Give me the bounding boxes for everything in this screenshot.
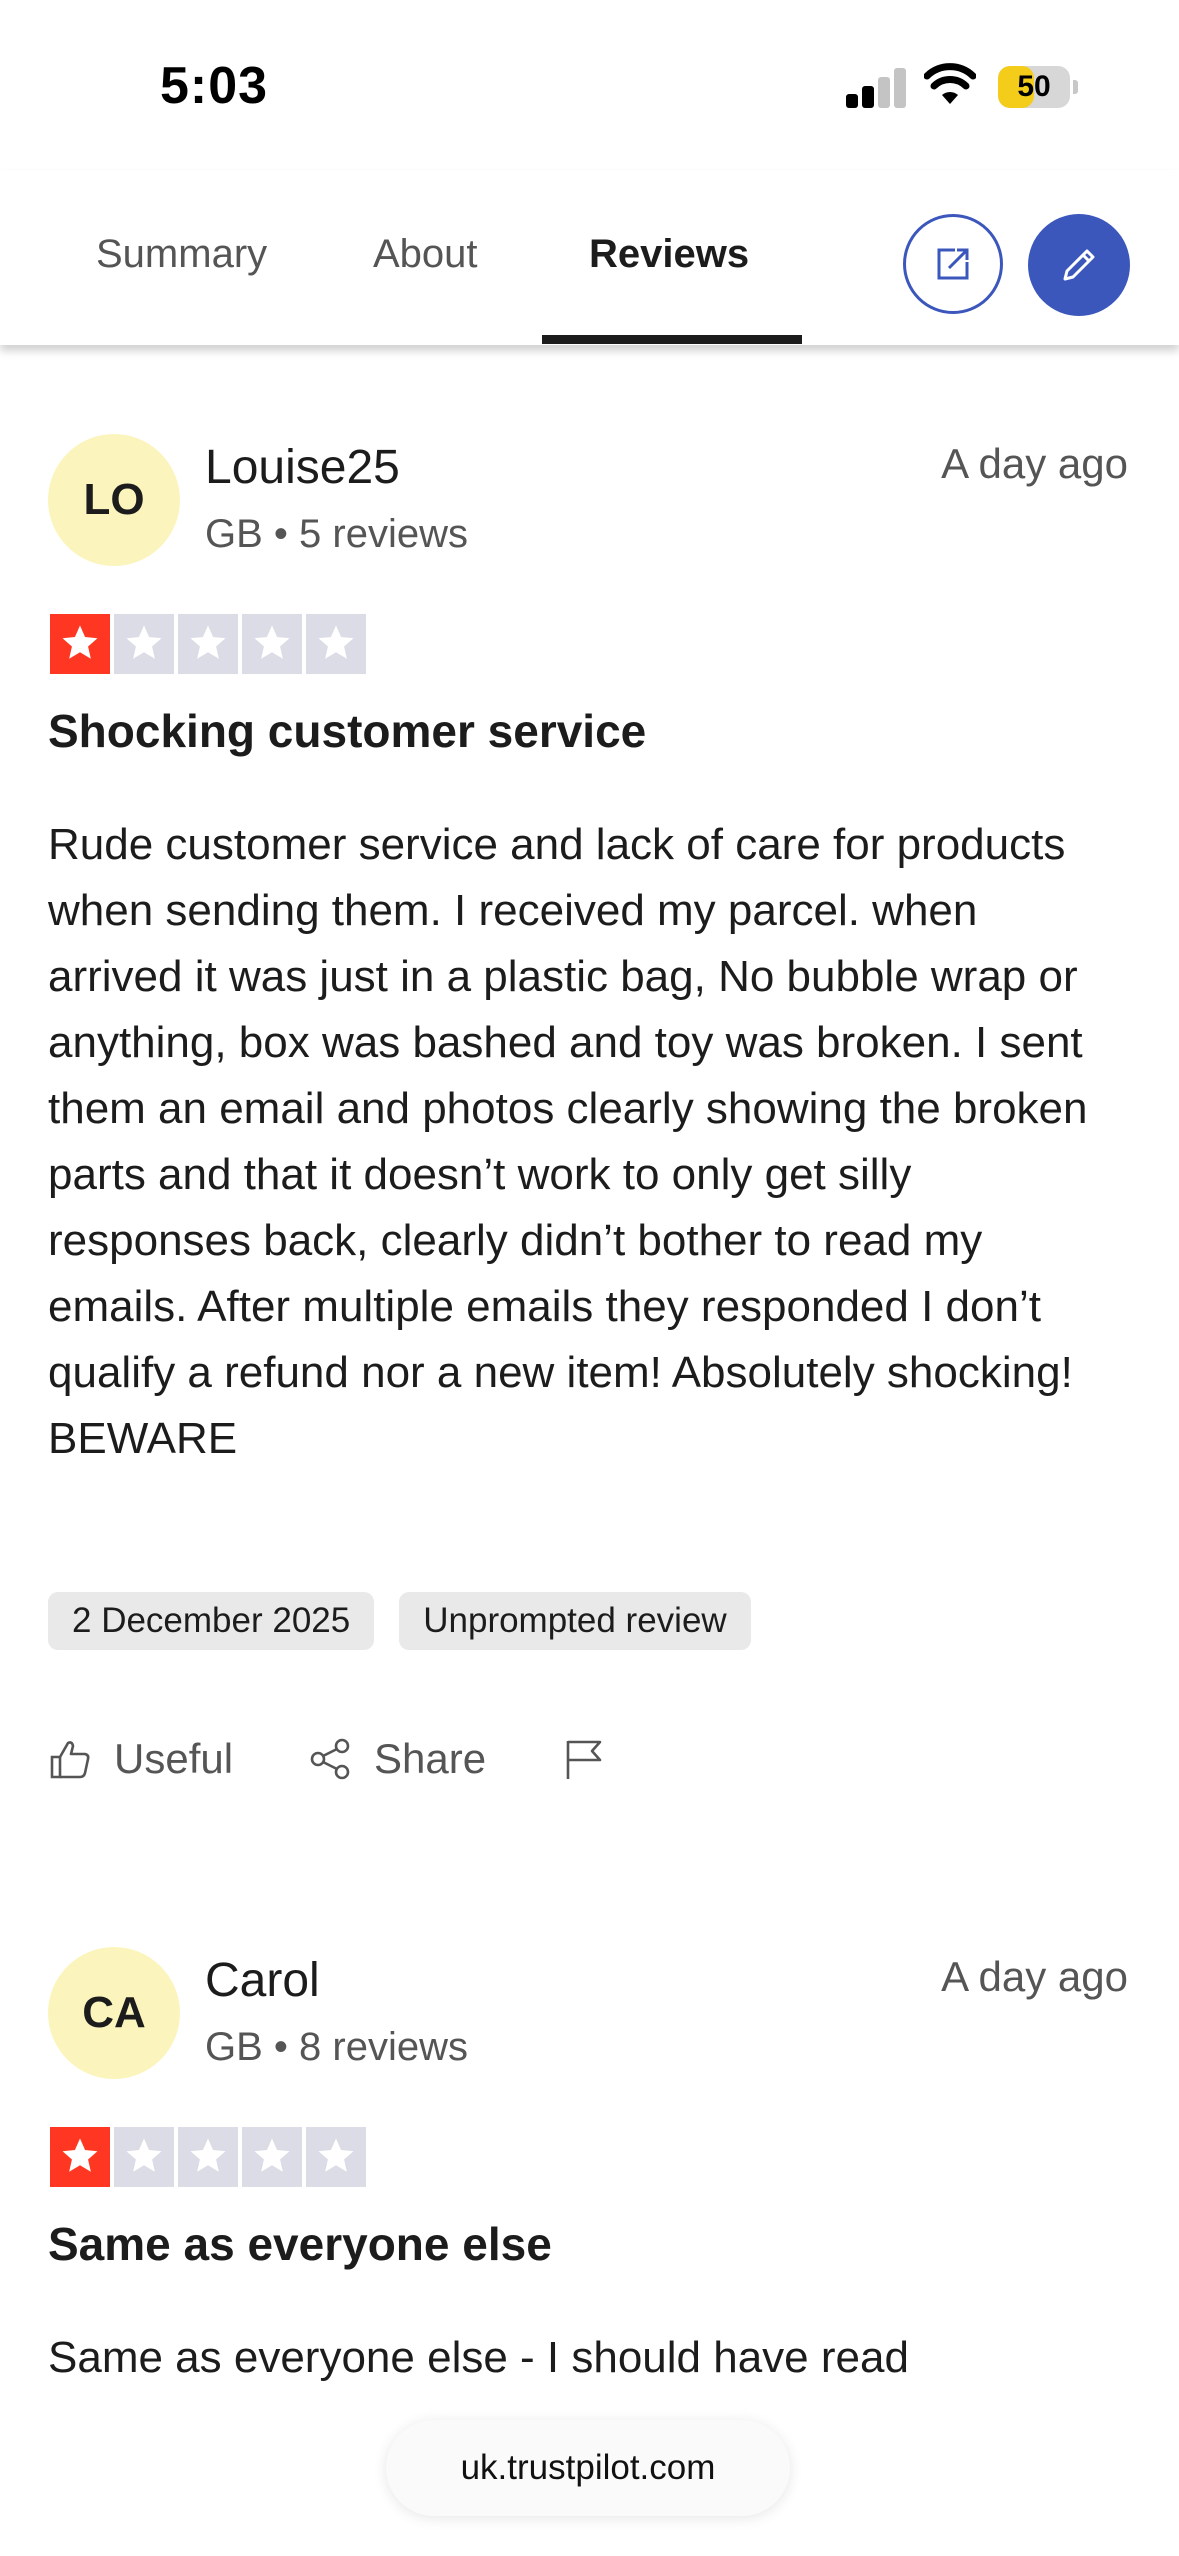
- review-actions: Useful Share: [48, 1724, 748, 1794]
- star-icon: [242, 2127, 302, 2187]
- experience-date-chip: 2 December 2025: [48, 1592, 375, 1650]
- status-bar: 5:03 50: [0, 0, 1179, 170]
- active-tab-indicator: [542, 335, 802, 344]
- visit-website-button[interactable]: [903, 214, 1003, 314]
- star-icon: [306, 614, 366, 674]
- review-date: A day ago: [941, 440, 1128, 487]
- share-label: Share: [374, 1735, 487, 1782]
- avatar[interactable]: LO: [48, 434, 180, 566]
- reviewer-meta: GB • 5 reviews: [205, 512, 468, 556]
- tab-summary[interactable]: Summary: [96, 232, 267, 277]
- status-time: 5:03: [160, 57, 269, 115]
- review-title[interactable]: Shocking customer service: [48, 704, 646, 758]
- wifi-icon: [923, 62, 977, 106]
- reviewer-name[interactable]: Louise25: [205, 440, 400, 495]
- star-icon: [114, 2127, 174, 2187]
- star-icon: [50, 614, 110, 674]
- thumbs-up-icon: [50, 1741, 90, 1779]
- star-icon: [306, 2127, 366, 2187]
- tab-bar: Summary About Reviews: [0, 170, 1179, 345]
- pencil-icon: [1063, 249, 1095, 281]
- review-date: A day ago: [941, 1953, 1128, 2000]
- star-icon: [178, 2127, 238, 2187]
- review-title[interactable]: Same as everyone else: [48, 2217, 552, 2271]
- review-tags: 2 December 2025 Unprompted review: [48, 1592, 776, 1650]
- useful-label: Useful: [114, 1735, 234, 1782]
- share-button[interactable]: Share: [308, 1724, 508, 1794]
- report-button[interactable]: [562, 1724, 622, 1794]
- cellular-signal-icon: [846, 66, 906, 108]
- useful-button[interactable]: Useful: [48, 1724, 248, 1794]
- url-bar[interactable]: uk.trustpilot.com: [386, 2420, 790, 2516]
- battery-icon: 50: [998, 66, 1078, 108]
- external-link-icon: [937, 248, 969, 280]
- share-icon: [310, 1738, 350, 1780]
- review-body[interactable]: Rude customer service and lack of care f…: [48, 812, 1108, 1472]
- review-body[interactable]: Same as everyone else - I should have re…: [48, 2325, 1108, 2391]
- tab-reviews[interactable]: Reviews: [589, 232, 749, 277]
- flag-icon: [566, 1740, 602, 1779]
- reviewer-meta: GB • 8 reviews: [205, 2025, 468, 2069]
- reviewer-name[interactable]: Carol: [205, 1953, 320, 2008]
- star-icon: [242, 614, 302, 674]
- star-icon: [50, 2127, 110, 2187]
- star-icon: [114, 614, 174, 674]
- avatar[interactable]: CA: [48, 1947, 180, 2079]
- unprompted-review-badge[interactable]: Unprompted review: [399, 1592, 751, 1650]
- star-icon: [178, 614, 238, 674]
- tab-about[interactable]: About: [373, 232, 478, 277]
- write-review-button[interactable]: [1028, 214, 1130, 316]
- battery-level: 50: [1017, 70, 1051, 103]
